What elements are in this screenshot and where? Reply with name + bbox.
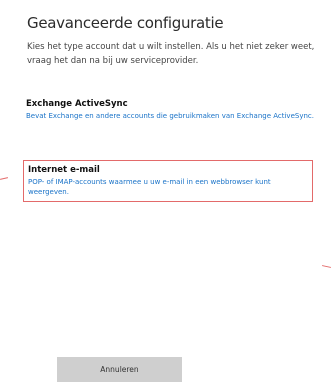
highlight-edge-mark-left [0,177,9,180]
option-title: Internet e-mail [28,165,100,175]
option-internet-email[interactable]: Internet e-mail POP- of IMAP-accounts wa… [23,160,313,202]
page-title: Geavanceerde configuratie [27,14,224,32]
option-exchange-activesync[interactable]: Exchange ActiveSync Bevat Exchange en an… [26,99,314,121]
cancel-button[interactable]: Annuleren [57,357,182,382]
option-description: POP- of IMAP-accounts waarmee u uw e-mai… [28,178,271,196]
option-description: Bevat Exchange en andere accounts die ge… [26,112,314,120]
intro-text: Kies het type account dat u wilt instell… [27,42,315,66]
highlight-edge-mark-right [321,265,331,268]
option-title: Exchange ActiveSync [26,99,128,109]
